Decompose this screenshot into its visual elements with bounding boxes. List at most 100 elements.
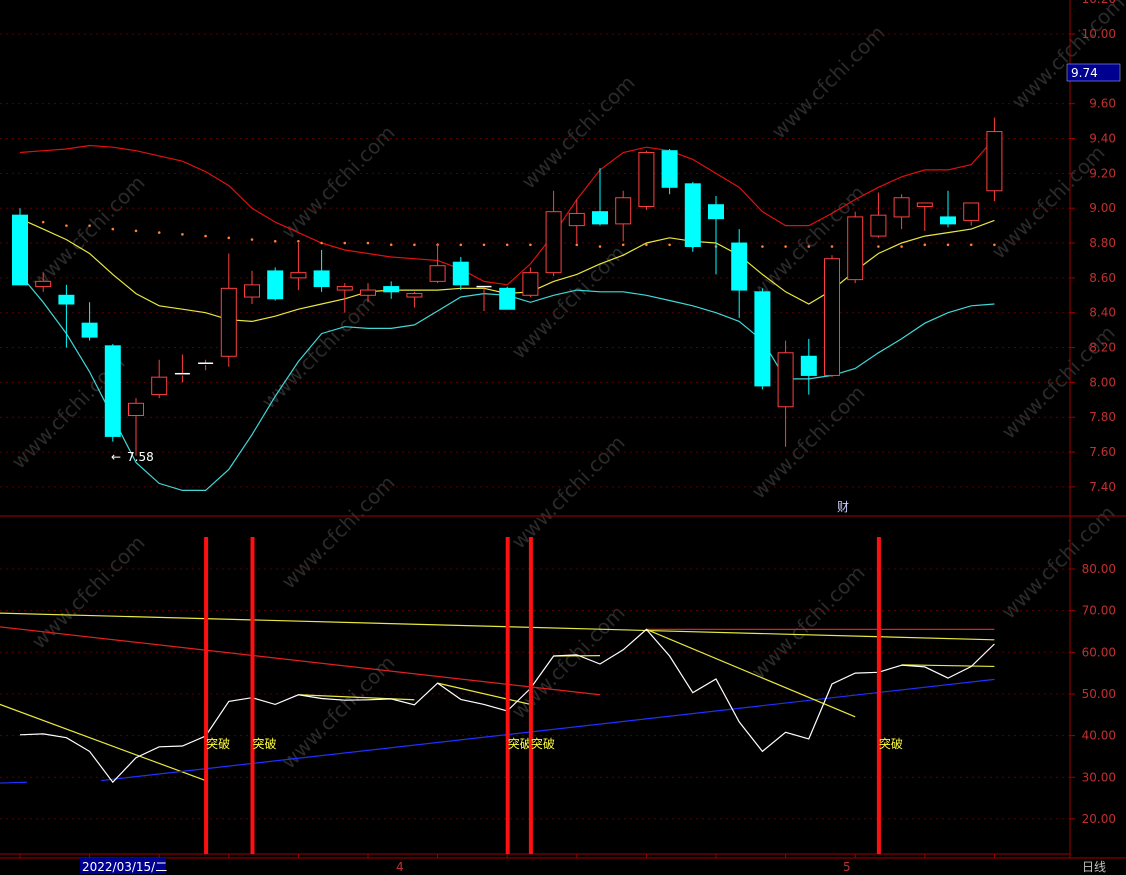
breakout-bar [876, 537, 881, 854]
candle[interactable] [476, 285, 492, 311]
breakout-label: 突破 [253, 736, 277, 751]
candle[interactable] [684, 182, 701, 252]
candle[interactable] [731, 229, 748, 318]
price-tick-label: 9.20 [1089, 166, 1116, 180]
period-selector[interactable]: 日线 [1082, 860, 1106, 874]
dot-marker [227, 236, 231, 240]
breakout-bar [528, 537, 533, 854]
low-price-label: 7.58 [127, 450, 154, 464]
candle[interactable] [244, 270, 260, 305]
candle[interactable] [290, 243, 307, 291]
dot-marker [250, 238, 254, 241]
indicator-tick-label: 50.00 [1082, 687, 1116, 701]
candle-body [893, 197, 910, 218]
candle[interactable] [383, 281, 400, 299]
dot-marker [807, 245, 811, 248]
dot-marker [297, 239, 300, 243]
candle[interactable] [545, 190, 562, 277]
candle-body [545, 211, 562, 274]
candle[interactable] [81, 302, 98, 341]
candle[interactable] [916, 202, 933, 231]
watermark-text: www.cfchi.com [517, 71, 640, 194]
candle-body [940, 216, 956, 225]
breakout-bar [505, 537, 510, 854]
trendline-yellow [0, 612, 995, 641]
candle[interactable] [151, 359, 168, 399]
watermark-text: www.cfchi.com [277, 651, 400, 774]
candle[interactable] [12, 208, 28, 286]
candle[interactable] [847, 211, 864, 284]
candle[interactable] [499, 286, 516, 310]
watermark-text: www.cfchi.com [747, 561, 870, 684]
dot-marker [273, 239, 277, 243]
candle-body [360, 289, 376, 296]
candle[interactable] [267, 267, 284, 301]
candle[interactable] [754, 288, 771, 390]
candle[interactable] [174, 354, 190, 383]
candle[interactable] [824, 255, 840, 378]
dot-marker [88, 224, 91, 227]
candle[interactable] [638, 150, 655, 210]
candle[interactable] [220, 253, 237, 367]
candle[interactable] [568, 199, 585, 244]
watermark-text: www.cfchi.com [27, 531, 150, 654]
dot-marker [320, 241, 323, 245]
candle-body [777, 352, 794, 408]
price-axis: 10.20 10.00 9.60 9.40 9.20 9.00 8.80 8.60 8.40 8.… [1070, 0, 1116, 826]
candle-body [151, 376, 168, 396]
indicator-tick-label: 20.00 [1082, 812, 1116, 826]
candle[interactable] [661, 148, 678, 195]
indicator-tick-label: 30.00 [1082, 770, 1116, 784]
watermark-layer: www.cfchi.com www.cfchi.com www.cfchi.com w… [7, 0, 1126, 774]
dot-marker [877, 245, 880, 248]
price-tick-label: 7.40 [1089, 480, 1116, 494]
watermark-text: www.cfchi.com [747, 381, 870, 504]
candle[interactable] [522, 267, 539, 298]
stock-chart[interactable]: www.cfchi.com www.cfchi.com www.cfchi.com w… [0, 0, 1126, 875]
dot-marker [830, 245, 834, 248]
candle[interactable] [615, 190, 632, 242]
candle[interactable] [198, 359, 214, 371]
dot-marker [157, 231, 161, 234]
candle[interactable] [58, 284, 75, 348]
candle[interactable] [406, 291, 423, 308]
candle[interactable] [777, 340, 794, 447]
candle[interactable] [963, 202, 980, 226]
candle-body [499, 287, 516, 310]
candle[interactable] [452, 256, 469, 291]
footer-date-label: 2022/03/15/二 [82, 860, 167, 874]
dot-marker [598, 245, 602, 248]
dot-marker [668, 243, 671, 247]
dot-marker [204, 234, 207, 238]
candle[interactable] [313, 250, 330, 292]
price-tick-label: 10.20 [1082, 0, 1116, 6]
candle-body [244, 284, 260, 298]
indicator-tick-label: 80.00 [1082, 562, 1116, 576]
candle-body [638, 151, 655, 207]
candle[interactable] [870, 192, 887, 238]
candle[interactable] [104, 344, 121, 442]
breakout-label: 突破 [206, 736, 230, 751]
price-tick-label: 7.80 [1089, 410, 1116, 424]
dot-marker [575, 243, 579, 247]
candle-body [986, 131, 1003, 192]
watermark-text: www.cfchi.com [277, 471, 400, 594]
candle-body [847, 216, 864, 281]
candle[interactable] [893, 194, 910, 230]
candle[interactable] [800, 338, 817, 395]
candle[interactable] [128, 398, 144, 456]
candle[interactable] [940, 190, 956, 228]
footer-month-5: 5 [843, 860, 851, 874]
breakout-label: 突破 [508, 736, 532, 751]
dot-marker [389, 243, 393, 247]
financial-report-marker[interactable]: 财 [837, 500, 849, 514]
trendline-blue [0, 781, 27, 784]
candle-body [684, 183, 701, 248]
price-tick-label: 9.00 [1089, 201, 1116, 215]
price-tick-label: 8.20 [1089, 341, 1116, 355]
candle-body [708, 204, 724, 220]
price-tick-label: 8.40 [1089, 306, 1116, 320]
watermark-text: www.cfchi.com [27, 171, 150, 294]
candle[interactable] [708, 196, 724, 275]
candle[interactable] [986, 117, 1003, 202]
